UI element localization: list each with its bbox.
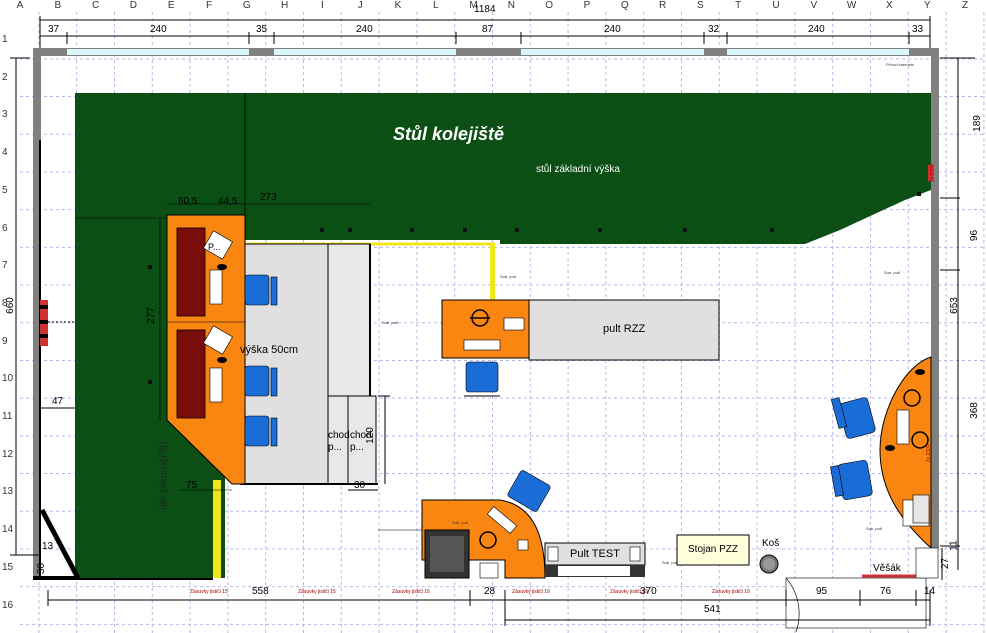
internet-label: Přívod internetu — [886, 62, 915, 67]
top-dim-7: 32 — [708, 24, 720, 35]
bottom-dim-95: 95 — [816, 586, 828, 597]
top-dim-4: 240 — [356, 24, 373, 35]
top-dim-3: 35 — [256, 24, 268, 35]
height-50-label: výška 50cm — [240, 344, 299, 356]
left-dim-660: 660 — [4, 297, 16, 314]
left-dim-13: 13 — [42, 541, 54, 552]
socket-label-5: Zásuvky jističi 19 — [610, 589, 648, 595]
right-dim-96: 96 — [969, 229, 981, 242]
socket-label-4: Zásuvky jističi 19 — [512, 589, 550, 595]
right-dim-653: 653 — [948, 297, 960, 314]
pult-test-label: Pult TEST — [570, 548, 620, 560]
dim-75: 75 — [186, 480, 198, 491]
socket-label-2: Zásuvky jističi 15 — [298, 589, 336, 595]
pult-rzz-label: pult RZZ — [603, 323, 646, 335]
right-dim-27: 27 — [940, 557, 952, 570]
table-title: Stůl kolejiště — [393, 124, 505, 144]
top-dim-2: 240 — [150, 24, 167, 35]
dim-60-5: 60,5 — [178, 196, 198, 207]
p-label: P... — [208, 242, 221, 252]
bottom-dim-541: 541 — [704, 604, 721, 615]
top-total-dim: 1184 — [474, 4, 496, 15]
socket-label-6: Zásuvky jističi 19 — [712, 589, 750, 595]
sub-label-6: Sub. pult — [866, 526, 882, 531]
left-dim-47: 47 — [52, 396, 64, 407]
direction-label: dle zákona(PB) — [158, 441, 170, 510]
bottom-dim-76: 76 — [880, 586, 892, 597]
bottom-dim-558: 558 — [252, 586, 269, 597]
right-dim-11: 11 — [948, 540, 960, 551]
top-dim-6: 240 — [604, 24, 621, 35]
sub-label-1: Sub. pult — [500, 274, 516, 279]
power-label-1: 3x 230V — [930, 163, 937, 183]
sub-label-2: Sub. pult — [382, 320, 398, 325]
top-dim-5: 87 — [482, 24, 494, 35]
sub-label-3: Sub. pult — [884, 270, 900, 275]
sub-label-5: Sub. pult — [662, 560, 678, 565]
socket-label-3: Zásuvky jističi 15 — [392, 589, 430, 595]
vesak-label: Věšák — [873, 563, 901, 574]
top-dim-9: 33 — [912, 24, 924, 35]
dim-277: 277 — [145, 307, 157, 324]
left-dim-30: 30 — [36, 562, 48, 575]
table-subtitle: stůl základní výška — [536, 164, 620, 175]
stojan-label: Stojan PZZ — [688, 544, 739, 555]
dim-30: 30 — [354, 480, 366, 491]
chodba-2: chod p... — [350, 430, 372, 453]
top-dim-8: 240 — [808, 24, 825, 35]
bottom-dim-28: 28 — [484, 586, 496, 597]
dim-44-5: 44,5 — [218, 196, 238, 207]
dim-273: 273 — [260, 192, 277, 203]
right-dim-189: 189 — [971, 115, 983, 132]
top-dim-1: 37 — [48, 24, 60, 35]
kos-label: Koš — [762, 538, 780, 549]
sub-label-4: Sub. pult — [452, 520, 468, 525]
power-label-2: 3x 230V — [926, 443, 933, 463]
socket-label-1: Zásuvky jističi 15 — [190, 589, 228, 595]
bottom-dim-14: 14 — [924, 586, 936, 597]
right-dim-368: 368 — [968, 402, 980, 419]
chodba-1: chod p... — [328, 430, 350, 453]
